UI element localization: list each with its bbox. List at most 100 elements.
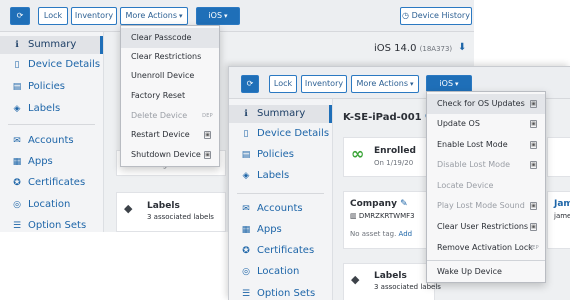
refresh-icon: ⟳	[16, 11, 24, 20]
clock-icon: ◷	[402, 11, 410, 20]
device-history-button[interactable]: ◷ Device History	[400, 7, 472, 25]
more-actions-button[interactable]: More Actions ▾	[351, 75, 419, 93]
lock-button[interactable]: Lock	[38, 7, 68, 25]
chevron-down-icon: ▾	[179, 12, 183, 20]
device-badge-icon: ▣	[530, 161, 537, 169]
device-badge-icon: ▣	[530, 202, 537, 210]
options-icon: ☰	[241, 289, 251, 299]
menu-item-shutdown-device[interactable]: Shutdown Device ▣	[121, 145, 219, 165]
location-icon: ◎	[242, 267, 250, 277]
sidebar-item-option-sets[interactable]: ☰ Option Sets	[229, 285, 332, 300]
device-badge-icon: ▣	[204, 151, 211, 159]
company-title: Company ✎	[350, 199, 408, 209]
enrolled-date: On 1/19/20	[374, 159, 414, 167]
serial-number: ▥ DMRZKRTWMF3	[350, 212, 415, 220]
labels-count: 3 associated labels	[374, 283, 441, 291]
download-icon[interactable]: ⬇	[458, 42, 466, 53]
refresh-icon: ⟳	[246, 79, 254, 88]
ios-button[interactable]: iOS ▾	[196, 7, 240, 25]
mail-icon: ✉	[13, 136, 21, 146]
refresh-button[interactable]: ⟳	[241, 75, 259, 93]
menu-item-remove-activation-lock[interactable]: Remove Activation Lock DEP	[427, 238, 545, 258]
right-card	[547, 137, 570, 177]
more-actions-button[interactable]: More Actions ▾	[120, 7, 188, 25]
device-badge-icon: ▣	[530, 100, 537, 108]
barcode-icon: ▥	[350, 212, 357, 220]
sidebar-item-summary[interactable]: ℹ Summary	[229, 105, 332, 123]
labels-title: Labels	[147, 201, 180, 211]
refresh-button[interactable]: ⟳	[10, 7, 30, 25]
enrolled-status: Enrolled	[374, 146, 416, 156]
sidebar-item-summary[interactable]: ℹ Summary	[0, 36, 103, 54]
user-card: Jame james	[547, 191, 570, 249]
menu-item-clear-user-restrictions[interactable]: Clear User Restrictions ▣	[427, 217, 545, 237]
ios-version: iOS 14.0 (18A373)	[374, 43, 453, 54]
sidebar-item-labels[interactable]: ◈ Labels	[229, 167, 332, 185]
device-name: K-SE-iPad-001	[343, 112, 422, 123]
chevron-down-icon: ▾	[410, 80, 414, 88]
apps-icon: ▦	[241, 225, 251, 235]
menu-item-restart-device[interactable]: Restart Device ▣	[121, 125, 219, 145]
certificate-icon: ✪	[13, 178, 21, 188]
user-sub: james	[554, 212, 570, 220]
user-name[interactable]: Jame	[554, 199, 570, 209]
menu-item-delete-device: Delete Device DEP	[121, 106, 219, 126]
back-toolbar: ⟳ Lock Inventory More Actions ▾ iOS ▾ ◷ De…	[0, 0, 474, 32]
location-icon: ◎	[13, 200, 21, 210]
chevron-down-icon: ▾	[455, 80, 459, 88]
sidebar-item-apps[interactable]: ▦ Apps	[0, 153, 103, 171]
labels-card: ◆ Labels 3 associated labels	[116, 192, 226, 232]
sidebar-item-location[interactable]: ◎ Location	[229, 263, 332, 281]
sidebar-item-location[interactable]: ◎ Location	[0, 196, 103, 214]
sidebar-item-accounts[interactable]: ✉ Accounts	[0, 132, 103, 150]
sidebar-divider	[237, 193, 324, 194]
sidebar-item-option-sets[interactable]: ☰ Option Sets	[0, 217, 103, 232]
sidebar-item-policies[interactable]: ▤ Policies	[0, 78, 103, 96]
apps-icon: ▦	[12, 157, 22, 167]
sidebar-item-policies[interactable]: ▤ Policies	[229, 146, 332, 164]
sidebar-item-accounts[interactable]: ✉ Accounts	[229, 200, 332, 218]
menu-item-disable-lost-mode: Disable Lost Mode ▣	[437, 160, 537, 169]
menu-item-wake-up-device[interactable]: Wake Up Device	[427, 262, 545, 282]
sidebar-divider	[8, 124, 95, 125]
sidebar-item-certificates[interactable]: ✪ Certificates	[0, 174, 103, 192]
company-card: Company ✎ ▥ DMRZKRTWMF3 No asset tag. Ad…	[343, 191, 435, 249]
options-icon: ☰	[12, 221, 22, 231]
ios-menu: Check for OS Updates ▣ Update OS ▣ Enable …	[426, 91, 546, 283]
add-asset-link[interactable]: Add	[399, 230, 413, 238]
menu-item-factory-reset[interactable]: Factory Reset	[121, 86, 219, 106]
info-icon: ℹ	[15, 40, 19, 50]
device-badge-icon: ▣	[204, 131, 211, 139]
sidebar-item-apps[interactable]: ▦ Apps	[229, 221, 332, 239]
menu-item-update-os[interactable]: Update OS ▣	[427, 114, 545, 134]
labels-title: Labels	[374, 271, 407, 281]
menu-item-enable-lost-mode[interactable]: Enable Lost Mode ▣	[427, 135, 545, 155]
sidebar-item-device-details[interactable]: ▯ Device Details	[0, 56, 103, 74]
menu-item-unenroll-device[interactable]: Unenroll Device	[121, 66, 219, 86]
inventory-button[interactable]: Inventory	[301, 75, 347, 93]
front-window: ⟳ Lock Inventory More Actions ▾ iOS ▾ ℹ Sum…	[228, 66, 570, 300]
sidebar-item-labels[interactable]: ◈ Labels	[0, 100, 103, 118]
front-sidebar: ℹ Summary ▯ Device Details ▤ Policies ◈ Labe…	[229, 99, 333, 300]
tablet-icon: ▯	[243, 129, 249, 139]
device-badge-icon: ▣	[530, 141, 537, 149]
sidebar-item-device-details[interactable]: ▯ Device Details	[229, 125, 332, 143]
device-badge-icon: ▣	[530, 223, 537, 231]
menu-item-clear-restrictions[interactable]: Clear Restrictions	[121, 47, 219, 67]
sidebar-item-certificates[interactable]: ✪ Certificates	[229, 242, 332, 260]
back-sidebar: ℹ Summary ▯ Device Details ▤ Policies ◈ Labe…	[0, 32, 104, 232]
menu-item-locate-device: Locate Device	[437, 181, 494, 190]
tablet-icon: ▯	[14, 60, 20, 70]
lock-button[interactable]: Lock	[269, 75, 297, 93]
menu-item-play-lost-mode-sound: Play Lost Mode Sound ▣	[437, 201, 537, 210]
menu-item-check-os-updates[interactable]: Check for OS Updates ▣	[427, 94, 545, 114]
asset-tag-text: No asset tag. Add	[350, 230, 413, 238]
menu-item-clear-passcode[interactable]: Clear Passcode	[121, 28, 219, 48]
info-icon: ℹ	[244, 109, 248, 119]
edit-icon[interactable]: ✎	[400, 199, 408, 209]
device-badge-icon: ▣	[530, 120, 537, 128]
tag-icon: ◈	[13, 104, 21, 114]
inventory-button[interactable]: Inventory	[71, 7, 117, 25]
chevron-down-icon: ▾	[224, 12, 228, 20]
labels-count: 3 associated labels	[147, 213, 214, 221]
